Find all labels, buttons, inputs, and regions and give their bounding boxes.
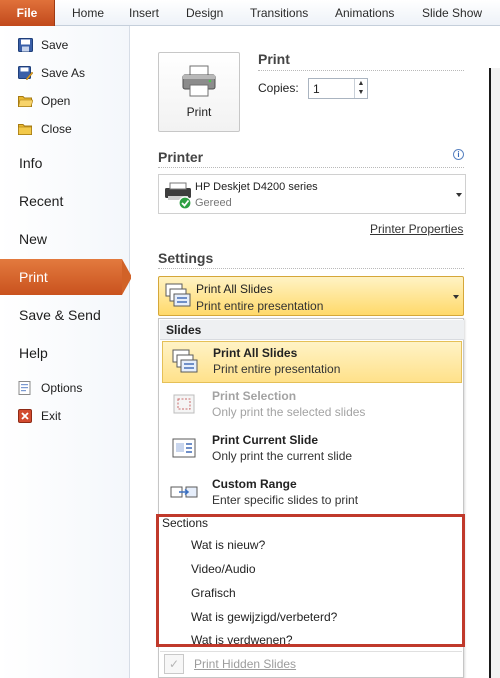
printer-icon [182,65,216,97]
copies-stepper[interactable]: 1 ▲ ▼ [308,78,368,99]
print-button-label: Print [186,105,212,119]
menu-item-title: Print Selection [212,389,297,403]
spin-up-icon[interactable]: ▲ [355,79,367,88]
nav-save-as-label: Save As [41,66,86,80]
tab-file[interactable]: File [0,0,55,26]
menu-slides-heading: Slides [160,320,464,340]
nav-tab-print[interactable]: Print [0,259,132,295]
menu-item-desc: Only print the current slide [212,449,353,463]
printer-device-icon [165,182,192,210]
save-as-icon [18,66,33,80]
printer-name: HP Deskjet D4200 series [195,181,318,193]
options-icon [18,381,31,395]
printer-status: Gereed [195,197,232,209]
nav-tab-help[interactable]: Help [0,335,130,371]
chevron-down-icon [456,193,462,197]
nav-options-label: Options [41,381,83,395]
section-item[interactable]: Video/Audio [191,562,256,576]
menu-item-print-all-slides[interactable]: Print All Slides Print entire presentati… [162,341,462,383]
custom-range-icon [170,486,198,498]
nav-tab-new[interactable]: New [0,221,130,257]
menu-item-print-selection: Print Selection Only print the selected … [162,385,462,427]
nav-exit[interactable]: Exit [0,404,130,428]
print-range-dropdown[interactable]: Print All Slides Print entire presentati… [158,276,464,316]
copies-label: Copies: [258,81,299,95]
section-item[interactable]: Wat is gewijzigd/verbeterd? [191,610,337,624]
info-icon[interactable]: i [453,149,464,160]
menu-item-custom-range[interactable]: Custom Range Enter specific slides to pr… [162,473,462,515]
exit-icon [18,409,32,423]
menu-item-desc: Only print the selected slides [212,405,366,419]
nav-tab-recent[interactable]: Recent [0,183,130,219]
nav-options[interactable]: Options [0,376,130,400]
print-range-desc: Print entire presentation [196,299,324,313]
section-item[interactable]: Grafisch [191,586,236,600]
ribbon-tab-bar: File Home Insert Design Transitions Anim… [0,0,500,26]
menu-item-desc: Print entire presentation [213,362,341,376]
print-all-slides-icon [165,283,191,307]
sections-highlight-frame [156,514,465,647]
save-icon [18,38,33,52]
menu-item-print-current-slide[interactable]: Print Current Slide Only print the curre… [162,429,462,471]
menu-item-title: Print Current Slide [212,433,319,447]
menu-item-title: Print All Slides [213,346,298,360]
print-heading: Print [258,51,290,67]
chevron-down-icon [453,295,459,299]
copies-spinner[interactable]: ▲ ▼ [354,79,367,98]
checkmark-icon: ✓ [164,654,184,674]
section-item[interactable]: Wat is verdwenen? [191,633,293,647]
menu-sections-heading: Sections [162,516,209,530]
print-hidden-slides-row: ✓ Print Hidden Slides [160,651,462,675]
copies-value: 1 [313,82,320,96]
print-divider [258,70,464,71]
nav-exit-label: Exit [41,409,62,423]
settings-divider [158,268,464,269]
settings-heading: Settings [158,250,214,266]
tab-insert[interactable]: Insert [125,0,163,26]
tab-home[interactable]: Home [68,0,108,26]
tab-animations[interactable]: Animations [331,0,398,26]
menu-item-title: Custom Range [212,477,297,491]
nav-tab-info[interactable]: Info [0,145,130,181]
tab-transitions[interactable]: Transitions [246,0,312,26]
print-selection-icon [173,394,195,414]
nav-tab-save-send[interactable]: Save & Send [0,297,130,333]
print-preview-edge [489,68,500,678]
nav-open[interactable]: Open [0,89,130,113]
tab-slide-show[interactable]: Slide Show [418,0,486,26]
print-current-slide-icon [172,438,196,458]
spin-down-icon[interactable]: ▼ [355,88,367,97]
printer-properties-link[interactable]: Printer Properties [370,222,463,236]
menu-item-desc: Enter specific slides to print [212,493,359,507]
nav-save[interactable]: Save [0,33,130,57]
nav-save-as[interactable]: Save As [0,61,130,85]
close-folder-icon [18,124,32,135]
printer-heading: Printer [158,149,204,165]
nav-close-label: Close [41,122,72,136]
print-all-slides-icon [172,349,198,373]
printer-divider [158,167,464,168]
print-button[interactable]: Print [158,52,240,132]
nav-save-label: Save [41,38,69,52]
print-range-title: Print All Slides [196,282,273,296]
nav-close[interactable]: Close [0,117,130,141]
print-hidden-slides-label: Print Hidden Slides [194,657,297,671]
open-folder-icon [18,96,33,107]
section-item[interactable]: Wat is nieuw? [191,538,265,552]
printer-dropdown[interactable]: HP Deskjet D4200 series Gereed [158,174,466,214]
tab-design[interactable]: Design [182,0,227,26]
nav-open-label: Open [41,94,71,108]
